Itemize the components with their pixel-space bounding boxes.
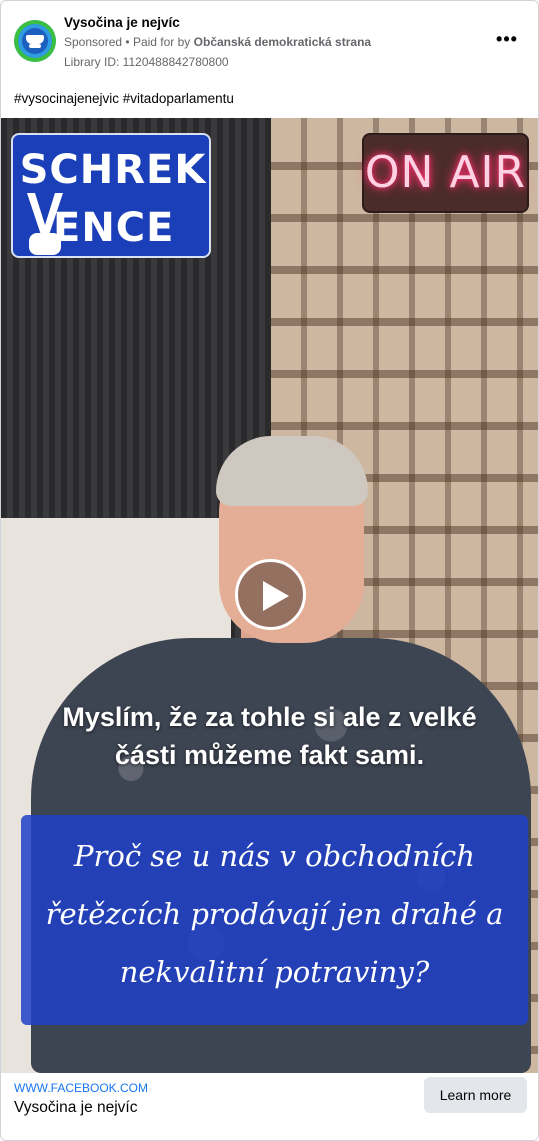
question-overlay: Proč se u nás v obchodních řetězcích pro… [21,815,528,1025]
on-air-sign: ON AIR [362,133,529,213]
more-horizontal-icon: ••• [496,29,518,49]
video-player[interactable]: SCHREK ENCE ON AIR Myslím, že za tohle s… [1,118,538,1073]
meta-separator: • [125,35,133,49]
learn-more-button[interactable]: Learn more [424,1077,527,1113]
question-text: Proč se u nás v obchodních řetězcích pro… [45,839,504,989]
video-person-hair [216,436,368,506]
page-name[interactable]: Vysočina je nejvíc [64,15,180,30]
paid-for-prefix: Paid for by [132,35,191,49]
post-hashtags[interactable]: #vysocinajenejvic #vitadoparlamentu [14,91,234,106]
page-avatar[interactable] [14,20,56,62]
show-logo: SCHREK ENCE [11,133,211,258]
library-id: Library ID: 1120488842780800 [64,55,229,69]
footer-domain[interactable]: WWW.FACEBOOK.COM [14,1081,148,1095]
sponsored-line: Sponsored • Paid for by Občanská demokra… [64,35,371,49]
play-icon [263,581,289,611]
play-button[interactable] [235,559,306,630]
on-air-text: ON AIR [364,147,527,198]
post-header: Vysočina je nejvíc Sponsored • Paid for … [1,1,538,81]
paid-for-name[interactable]: Občanská demokratická strana [194,35,371,49]
ad-card: Vysočina je nejvíc Sponsored • Paid for … [0,0,539,1141]
footer-title[interactable]: Vysočina je nejvíc [14,1099,138,1117]
show-logo-line1: SCHREK [19,147,207,193]
ad-footer[interactable]: WWW.FACEBOOK.COM Vysočina je nejvíc Lear… [1,1073,538,1140]
sponsored-label: Sponsored [64,35,123,49]
show-logo-line2: ENCE [53,205,175,251]
avatar-ring [14,20,56,62]
more-options-button[interactable]: ••• [495,29,519,53]
video-subtitle: Myslím, že za tohle si ale z velké části… [62,702,477,770]
